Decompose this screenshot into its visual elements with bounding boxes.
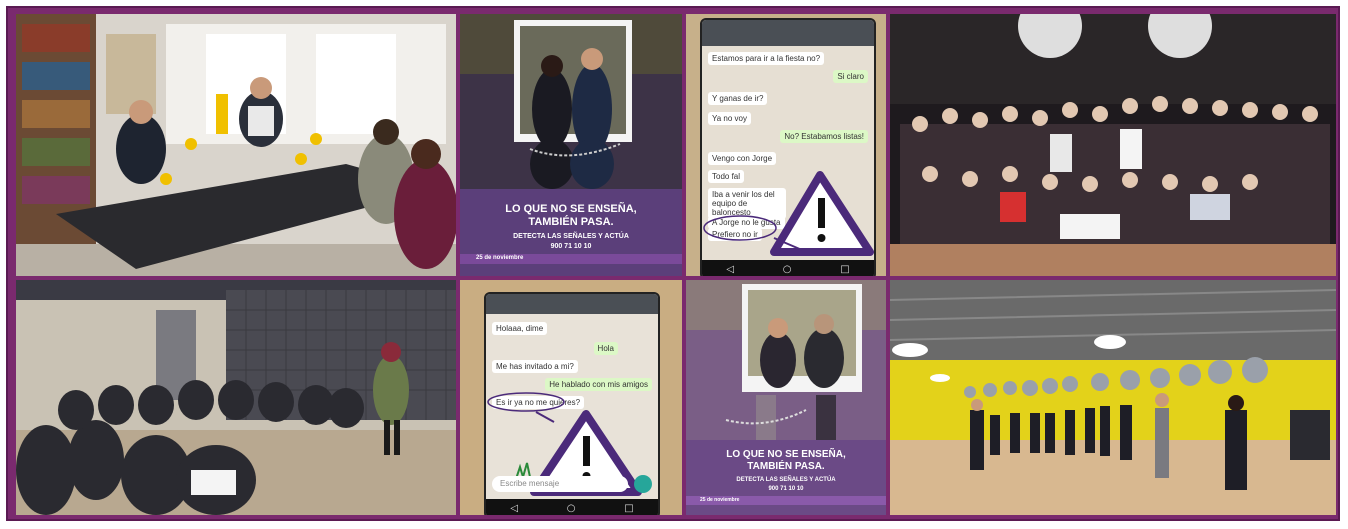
photo-phone-chat-top: Estamos para ir a la fiesta no? Si claro… (686, 14, 886, 276)
home-icon: ○ (782, 263, 792, 275)
campaign-poster-top: LO QUE NO SE ENSEÑA, TAMBIÉN PASA. DETEC… (460, 14, 682, 276)
message-input[interactable]: Escribe mensaje (492, 476, 628, 492)
poster-title-line2: TAMBIÉN PASA. (747, 461, 825, 472)
android-nav-bar: ◁ ○ □ (486, 499, 658, 515)
mic-button[interactable] (634, 475, 652, 493)
poster-date: 25 de noviembre (700, 497, 740, 503)
recents-icon: □ (840, 263, 850, 275)
poster-title-line1: LO QUE NO SE ENSEÑA, (726, 449, 846, 460)
back-icon: ◁ (510, 502, 519, 514)
photo-workshop-circle (16, 280, 456, 515)
home-icon: ○ (566, 502, 576, 514)
poster-subtitle: DETECTA LAS SEÑALES Y ACTÚA (736, 477, 836, 483)
android-nav-bar: ◁ ○ □ (702, 260, 874, 276)
warning-icon (703, 171, 874, 256)
poster-subtitle: DETECTA LAS SEÑALES Y ACTÚA (513, 233, 629, 240)
phone-body: Holaaa, dime Hola Me has invitado a mi? … (484, 292, 660, 515)
photo-phone-chat-bottom: Holaaa, dime Hola Me has invitado a mi? … (460, 280, 682, 515)
campaign-poster-bottom: LO QUE NO SE ENSEÑA, TAMBIÉN PASA. DETEC… (686, 280, 886, 515)
recents-icon: □ (624, 502, 634, 514)
poster-title-line1: LO QUE NO SE ENSEÑA, (505, 203, 637, 215)
phone-body: Estamos para ir a la fiesta no? Si claro… (700, 18, 876, 276)
photo-gym-dance (890, 280, 1336, 515)
poster-date: 25 de noviembre (476, 255, 524, 261)
poster-title-line2: TAMBIÉN PASA. (528, 216, 614, 228)
poster-phone: 900 71 10 10 (768, 486, 804, 492)
back-icon: ◁ (726, 263, 735, 275)
poster-phone: 900 71 10 10 (550, 243, 592, 250)
photo-group (890, 14, 1336, 276)
photo-radio-interview (16, 14, 456, 276)
